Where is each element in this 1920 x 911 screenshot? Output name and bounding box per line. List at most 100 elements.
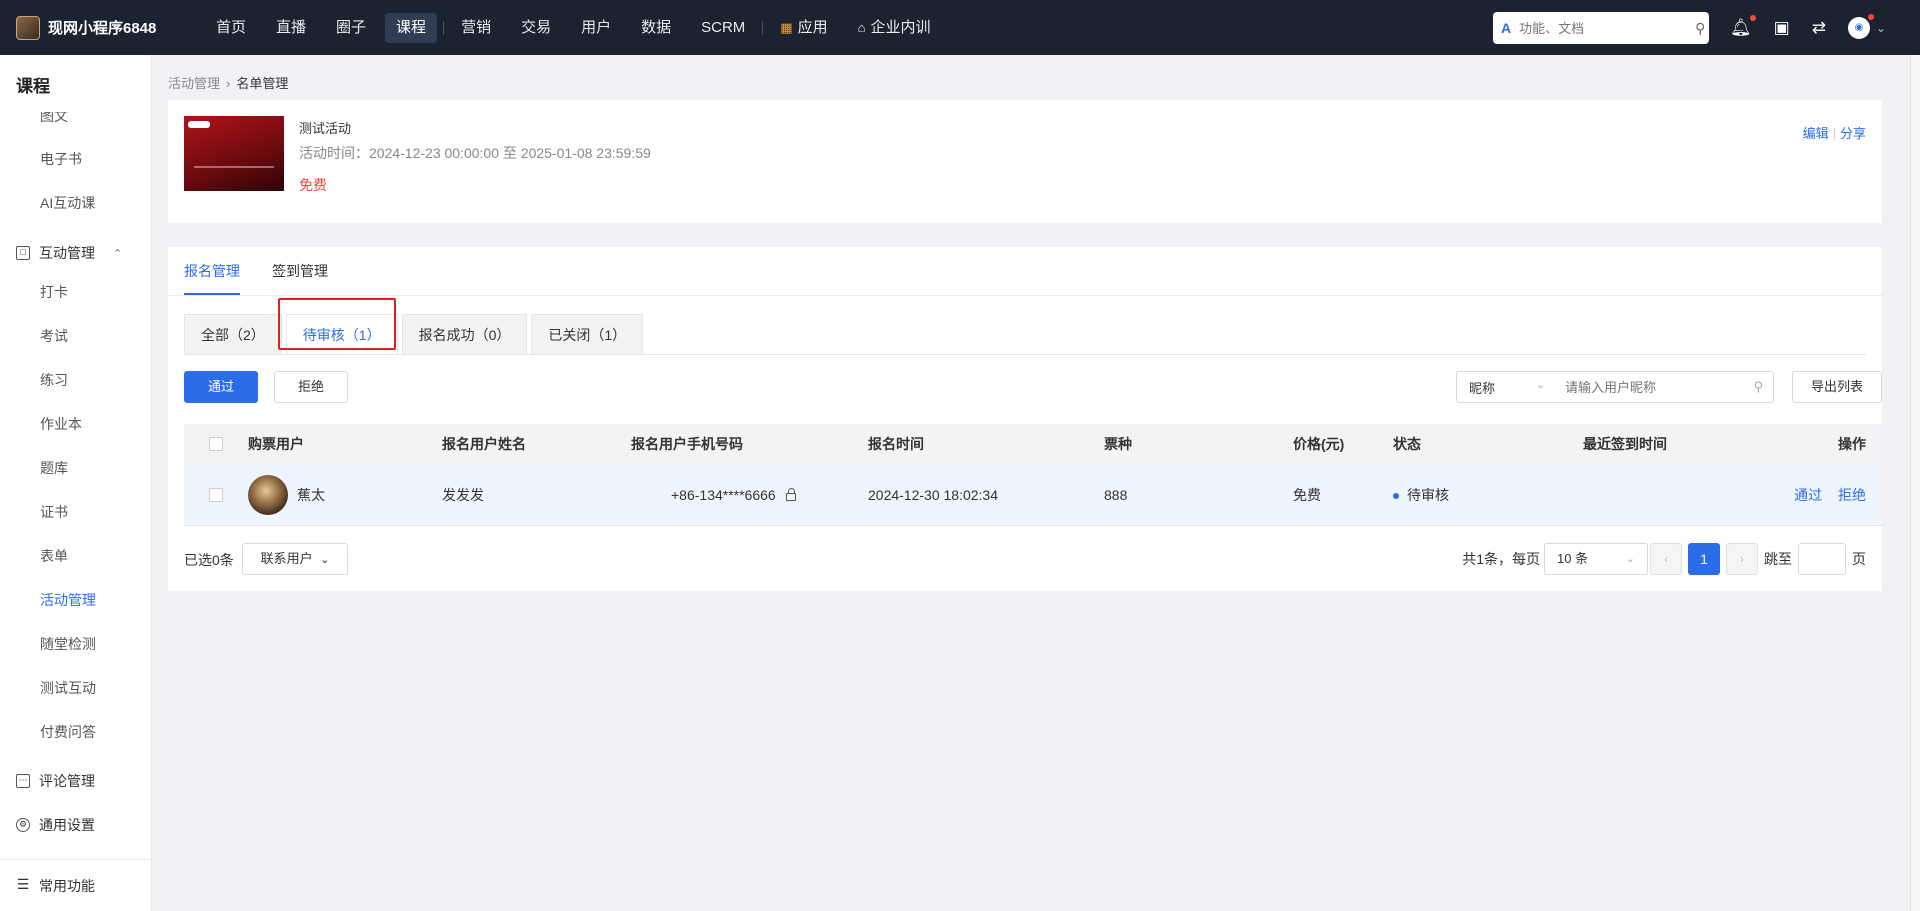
sidebar-group-comment[interactable]: ⋯ 评论管理 — [16, 771, 95, 791]
phone-number: +86-134****6666 — [671, 486, 776, 503]
contact-users-label: 联系用户 — [260, 551, 313, 566]
status-tabs: 全部（2） 待审核（1） 报名成功（0） 已关闭（1） — [184, 314, 647, 354]
tab-checkin-management[interactable]: 签到管理 — [272, 247, 328, 295]
tab-signup-management[interactable]: 报名管理 — [184, 247, 240, 295]
training-icon: ⌂ — [857, 19, 866, 35]
chevron-up-icon: ⌃ — [113, 247, 123, 260]
sidebar-group-interaction[interactable]: □ 互动管理 ⌃ — [16, 243, 122, 263]
nav-item-users[interactable]: 用户 — [570, 13, 622, 43]
gear-icon: ⚙ — [16, 818, 30, 832]
notification-dot — [1749, 14, 1756, 21]
brand[interactable]: 现网小程序6848 — [0, 15, 205, 40]
search-icon[interactable]: ⚲ — [1753, 379, 1763, 395]
total-count: 共1条，每页 — [1462, 551, 1540, 567]
jump-label: 跳至 — [1764, 551, 1792, 567]
row-approve-link[interactable]: 通过 — [1794, 487, 1822, 503]
sidebar-group-settings-label: 通用设置 — [39, 817, 95, 833]
comment-icon: ⋯ — [16, 774, 30, 788]
selected-count: 已选0条 — [184, 552, 234, 568]
breadcrumb: 活动管理 › 名单管理 — [168, 73, 288, 92]
filter-field-select[interactable]: 昵称 ⌄ — [1457, 378, 1557, 397]
nickname-search-input[interactable] — [1557, 379, 1754, 395]
sidebar-item-checkin[interactable]: 打卡 — [40, 282, 68, 302]
global-search[interactable]: A ⚲ — [1493, 12, 1709, 44]
prev-page-button[interactable]: ‹ — [1650, 543, 1682, 575]
chevron-down-icon: ⌄ — [1535, 378, 1545, 391]
nav-item-apps[interactable]: ▦ 应用 — [769, 13, 838, 43]
cover-logo — [188, 121, 210, 128]
brand-name: 现网小程序6848 — [48, 20, 157, 37]
page-size-value: 10 条 — [1557, 551, 1589, 566]
ticket-type: 888 — [1104, 486, 1128, 503]
reject-button[interactable]: 拒绝 — [274, 371, 348, 403]
sidebar-item-practice[interactable]: 练习 — [40, 370, 68, 390]
page-number-current[interactable]: 1 — [1688, 543, 1720, 575]
bell-icon[interactable]: 🔔︎ — [1730, 14, 1756, 38]
sidebar-item-activity[interactable]: 活动管理 — [40, 590, 96, 610]
tab-pending[interactable]: 待审核（1） — [285, 314, 398, 354]
nav-item-live[interactable]: 直播 — [265, 13, 317, 43]
share-link[interactable]: 分享 — [1840, 126, 1866, 141]
row-checkbox[interactable] — [209, 488, 223, 502]
nav-item-training[interactable]: ⌂ 企业内训 — [847, 13, 942, 43]
sidebar-item-homework[interactable]: 作业本 — [40, 414, 82, 434]
sidebar-item-form[interactable]: 表单 — [40, 546, 68, 566]
sidebar-item-ebook[interactable]: 电子书 — [40, 149, 82, 169]
sidebar-item-certificate[interactable]: 证书 — [40, 502, 68, 522]
tab-success[interactable]: 报名成功（0） — [401, 314, 528, 354]
tab-closed[interactable]: 已关闭（1） — [531, 314, 644, 354]
search-logo-icon: A — [1501, 20, 1512, 36]
sidebar-title: 课程 — [16, 77, 50, 96]
sidebar-item-quiz[interactable]: 随堂检测 — [40, 634, 96, 654]
sidebar: 课程 图文 电子书 AI互动课 □ 互动管理 ⌃ 打卡 考试 练习 作业本 题库… — [0, 55, 152, 911]
header-status: 状态 — [1393, 436, 1421, 452]
chevron-down-icon[interactable]: ⌄ — [1876, 21, 1886, 35]
sidebar-group-common[interactable]: ☰ 常用功能 — [16, 876, 95, 896]
breadcrumb-parent[interactable]: 活动管理 — [168, 76, 220, 91]
table-footer: 已选0条 联系用户 ⌄ 共1条，每页 10 条 ⌄ ‹ 1 › 跳至 页 — [184, 543, 1882, 575]
top-right-actions: 🔔︎ ▣ ⇄ ◉ ⌄ — [1730, 0, 1886, 55]
search-icon[interactable]: ⚲ — [1695, 20, 1705, 37]
store-icon[interactable]: ▣ — [1774, 18, 1790, 38]
phone-cell: +86-134****6666 — [671, 487, 796, 503]
tab-all[interactable]: 全部（2） — [184, 314, 282, 354]
global-search-input[interactable] — [1519, 20, 1696, 36]
next-page-button[interactable]: › — [1726, 543, 1758, 575]
sidebar-group-settings[interactable]: ⚙ 通用设置 — [16, 815, 95, 835]
chevron-right-icon: › — [226, 76, 231, 91]
nav-item-course[interactable]: 课程 — [385, 12, 438, 43]
nav-item-data[interactable]: 数据 — [630, 13, 682, 43]
nav-item-trade[interactable]: 交易 — [510, 13, 562, 43]
lock-icon[interactable] — [785, 487, 796, 501]
approve-button[interactable]: 通过 — [184, 371, 258, 403]
avatar-dot — [1867, 13, 1874, 20]
chevron-down-icon: ⌄ — [1625, 553, 1635, 565]
sidebar-item-paid-qa[interactable]: 付费问答 — [40, 722, 96, 742]
switch-icon[interactable]: ⇄ — [1812, 18, 1826, 38]
jump-page-input[interactable] — [1798, 543, 1846, 575]
page-size-select[interactable]: 10 条 ⌄ — [1544, 543, 1648, 575]
edit-link[interactable]: 编辑 — [1803, 126, 1829, 141]
sidebar-item-exam[interactable]: 考试 — [40, 326, 68, 346]
export-button[interactable]: 导出列表 — [1792, 371, 1882, 403]
activity-cover-image — [184, 116, 284, 191]
row-actions: 通过 拒绝 — [1794, 485, 1866, 505]
header-buyer: 购票用户 — [248, 436, 304, 452]
page-scrollbar[interactable] — [1910, 55, 1920, 911]
activity-info-card: 测试活动 活动时间：2024-12-23 00:00:00 至 2025-01-… — [168, 100, 1882, 223]
registration-time: 2024-12-30 18:02:34 — [868, 486, 998, 503]
user-avatar[interactable]: ◉ — [1847, 13, 1874, 39]
sidebar-item-article[interactable]: 图文 — [40, 112, 68, 126]
nav-item-marketing[interactable]: 营销 — [450, 13, 502, 43]
select-all-checkbox[interactable] — [209, 437, 223, 451]
contact-users-dropdown[interactable]: 联系用户 ⌄ — [242, 543, 348, 575]
sidebar-item-test-interaction[interactable]: 测试互动 — [40, 678, 96, 698]
sidebar-item-ai-course[interactable]: AI互动课 — [40, 193, 95, 213]
activity-time: 活动时间：2024-12-23 00:00:00 至 2025-01-08 23… — [299, 145, 651, 161]
nav-item-scrm[interactable]: SCRM — [690, 13, 756, 43]
nav-item-circle[interactable]: 圈子 — [325, 13, 377, 43]
sidebar-item-question-bank[interactable]: 题库 — [40, 458, 68, 478]
nav-item-apps-label: 应用 — [797, 18, 828, 36]
nav-item-home[interactable]: 首页 — [205, 13, 257, 43]
row-reject-link[interactable]: 拒绝 — [1838, 487, 1866, 503]
